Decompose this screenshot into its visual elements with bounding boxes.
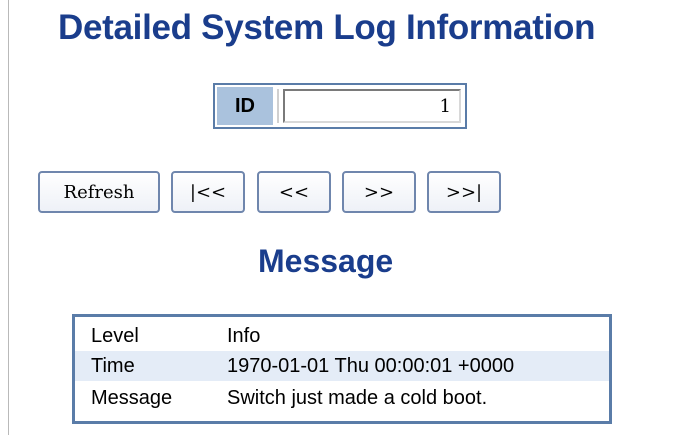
row-key: Message [91,387,173,409]
refresh-button[interactable]: Refresh [38,171,160,213]
message-table: Level Info Time 1970-01-01 Thu 00:00:01 … [72,314,612,424]
first-entry-button[interactable]: |<< [171,171,245,213]
id-input[interactable] [283,89,461,123]
row-value: 1970-01-01 Thu 00:00:01 +0000 [227,355,515,377]
row-key: Time [91,355,135,377]
row-value: Switch just made a cold boot. [227,387,488,409]
message-section-title: Message [258,243,394,279]
row-key: Level [91,325,139,347]
id-input-separator [277,89,279,123]
id-label: ID [217,87,273,125]
id-selector: ID [213,83,467,129]
next-entry-button[interactable]: >> [342,171,416,213]
table-row-message: Message Switch just made a cold boot. [75,383,609,413]
previous-entry-button[interactable]: << [257,171,331,213]
last-entry-button[interactable]: >>| [427,171,501,213]
left-divider [8,0,9,435]
page: Detailed System Log Information ID Refre… [0,0,686,435]
table-row-level: Level Info [75,321,609,351]
row-value: Info [227,325,261,347]
table-row-time: Time 1970-01-01 Thu 00:00:01 +0000 [75,351,609,381]
page-title: Detailed System Log Information [58,8,596,47]
